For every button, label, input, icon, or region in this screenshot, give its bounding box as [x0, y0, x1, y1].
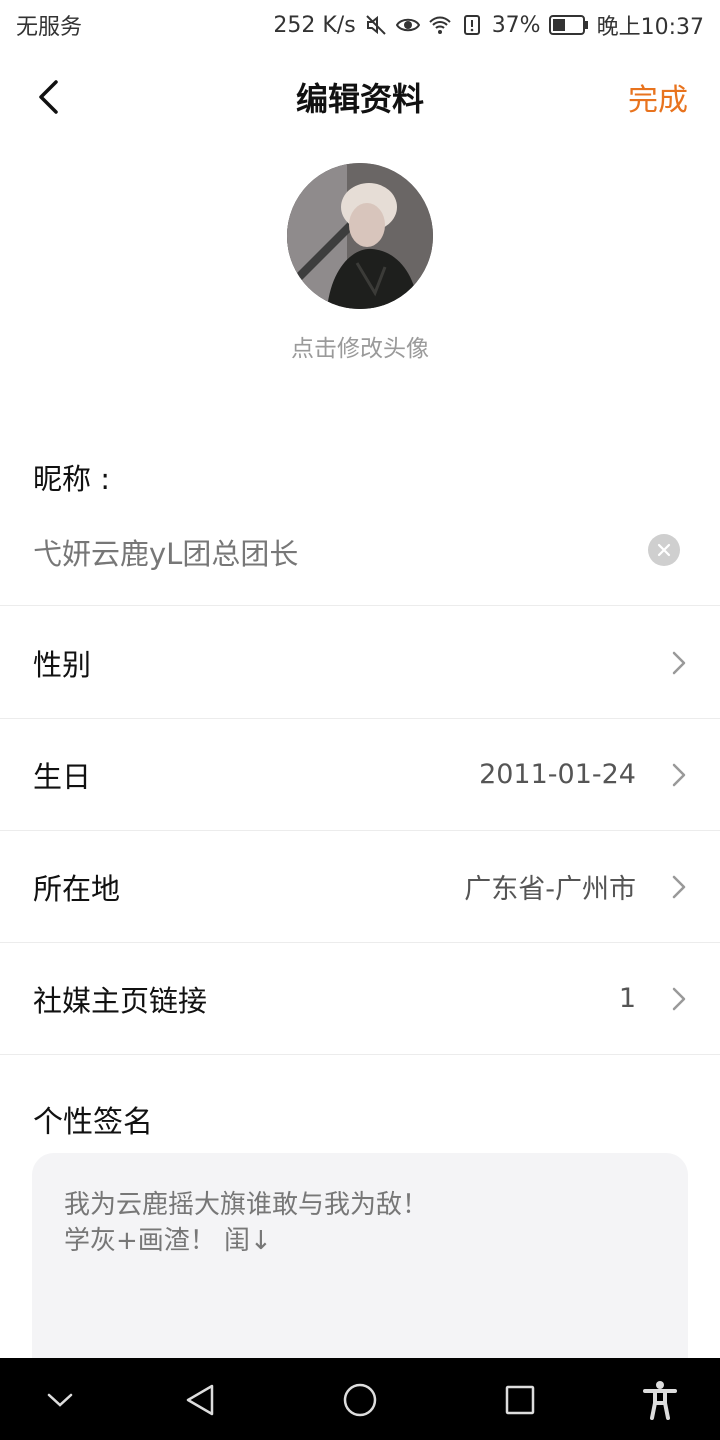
navigation-bar — [0, 1358, 720, 1440]
birthday-row[interactable]: 生日 2011-01-24 — [0, 719, 720, 831]
social-links-row[interactable]: 社媒主页链接 1 — [0, 943, 720, 1055]
carrier-text: 无服务 — [16, 15, 83, 40]
home-button[interactable] — [338, 1378, 382, 1422]
battery-icon — [548, 15, 588, 35]
avatar-caption[interactable]: 点击修改头像 — [291, 329, 429, 363]
clear-button[interactable] — [648, 534, 680, 566]
accessibility-button[interactable] — [638, 1378, 682, 1422]
recents-button[interactable] — [498, 1378, 542, 1422]
chevron-right-icon — [668, 648, 690, 678]
chevron-down-icon — [47, 1393, 73, 1407]
birthday-label: 生日 — [33, 759, 92, 794]
social-links-count: 1 — [618, 983, 636, 1014]
location-label: 所在地 — [33, 871, 121, 906]
location-row[interactable]: 所在地 广东省-广州市 — [0, 831, 720, 943]
network-speed: 252 K/s — [273, 12, 356, 38]
signature-text: 我为云鹿摇大旗谁敢与我为敌！ 学灰+画渣！ 闺↓ — [64, 1190, 429, 1256]
circle-home-icon — [343, 1383, 377, 1417]
clock: 晚上10:37 — [596, 15, 704, 40]
accessibility-icon — [643, 1381, 677, 1420]
hide-nav-button[interactable] — [38, 1378, 82, 1422]
wifi-icon — [428, 16, 451, 34]
edit-profile-screen: 无服务 252 K/s 37% 晚上10:37 编辑资料 完成 点击修改头像 昵… — [0, 0, 720, 1440]
avatar-image — [287, 163, 433, 309]
nav-back-button[interactable] — [178, 1378, 222, 1422]
page-title: 编辑资料 — [295, 80, 424, 118]
mute-icon — [365, 15, 386, 35]
birthday-value: 2011-01-24 — [479, 759, 636, 790]
close-icon — [657, 543, 671, 557]
header: 编辑资料 完成 — [0, 55, 720, 139]
location-value: 广东省-广州市 — [464, 874, 636, 905]
status-indicators: 252 K/s 37% 晚上10:37 — [273, 9, 704, 41]
social-links-label: 社媒主页链接 — [33, 983, 208, 1018]
eye-icon — [395, 18, 420, 32]
battery-alert-icon — [463, 15, 480, 35]
nickname-label: 昵称 : — [33, 462, 110, 496]
gender-row[interactable]: 性别 — [0, 607, 720, 719]
battery-percent: 37% — [491, 12, 541, 38]
back-button[interactable] — [28, 73, 68, 121]
chevron-left-icon — [39, 80, 58, 114]
chevron-right-icon — [668, 872, 690, 902]
square-recents-icon — [505, 1385, 535, 1415]
avatar-section: 点击修改头像 — [0, 163, 720, 363]
triangle-back-icon — [186, 1384, 214, 1416]
avatar[interactable] — [287, 163, 433, 309]
gender-label: 性别 — [33, 647, 92, 682]
done-button[interactable]: 完成 — [628, 75, 688, 119]
nickname-row — [0, 520, 720, 606]
status-bar: 无服务 252 K/s 37% 晚上10:37 — [0, 0, 720, 50]
chevron-right-icon — [668, 760, 690, 790]
signature-label: 个性签名 — [33, 1105, 153, 1140]
chevron-right-icon — [668, 984, 690, 1014]
nickname-input[interactable] — [33, 528, 633, 576]
